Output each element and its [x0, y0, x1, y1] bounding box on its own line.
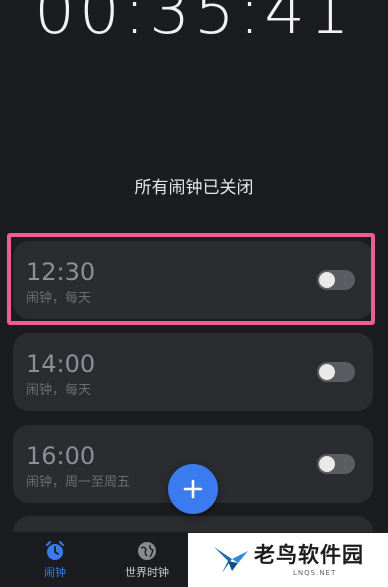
watermark-title: 老鸟软件园: [254, 543, 364, 567]
add-alarm-button[interactable]: [168, 464, 218, 514]
toggle-knob: [319, 456, 335, 472]
alarm-time: 14:00: [26, 350, 96, 378]
alarm-item[interactable]: 12:30 闹钟，每天: [13, 241, 373, 319]
alarm-repeat-desc: 闹钟，每天: [26, 291, 92, 306]
alarm-time: 16:00: [26, 442, 96, 470]
watermark-subtitle: LNQS.NET: [293, 569, 337, 577]
plus-icon: [183, 479, 203, 499]
nav-label-alarm: 闹钟: [44, 566, 66, 579]
alarms-status-text: 所有闹钟已关闭: [134, 178, 254, 198]
alarm-repeat-desc: 闹钟，周一至周五: [26, 475, 131, 490]
toggle-knob: [319, 272, 335, 288]
toggle-knob: [319, 364, 335, 380]
nav-label-world-clock: 世界时钟: [125, 566, 169, 579]
watermark: 老鸟软件园 LNQS.NET: [188, 533, 388, 587]
alarm-repeat-desc: 闹钟，每天: [26, 383, 92, 398]
nav-item-world-clock[interactable]: 世界时钟: [107, 540, 187, 580]
alarm-toggle[interactable]: [317, 454, 355, 474]
alarm-clock-icon: [46, 541, 64, 560]
globe-icon: [138, 542, 156, 560]
alarm-screen: 00:35:41 所有闹钟已关闭 12:30 闹钟，每天 14:00 闹钟，每天…: [0, 0, 388, 587]
alarm-time: 12:30: [26, 258, 96, 286]
alarm-item[interactable]: 14:00 闹钟，每天: [13, 333, 373, 411]
nav-item-alarm[interactable]: 闹钟: [15, 540, 95, 580]
alarm-toggle[interactable]: [317, 362, 355, 382]
alarm-toggle[interactable]: [317, 270, 355, 290]
current-time: 00:35:41: [34, 0, 354, 49]
bird-logo-icon: [214, 547, 248, 573]
